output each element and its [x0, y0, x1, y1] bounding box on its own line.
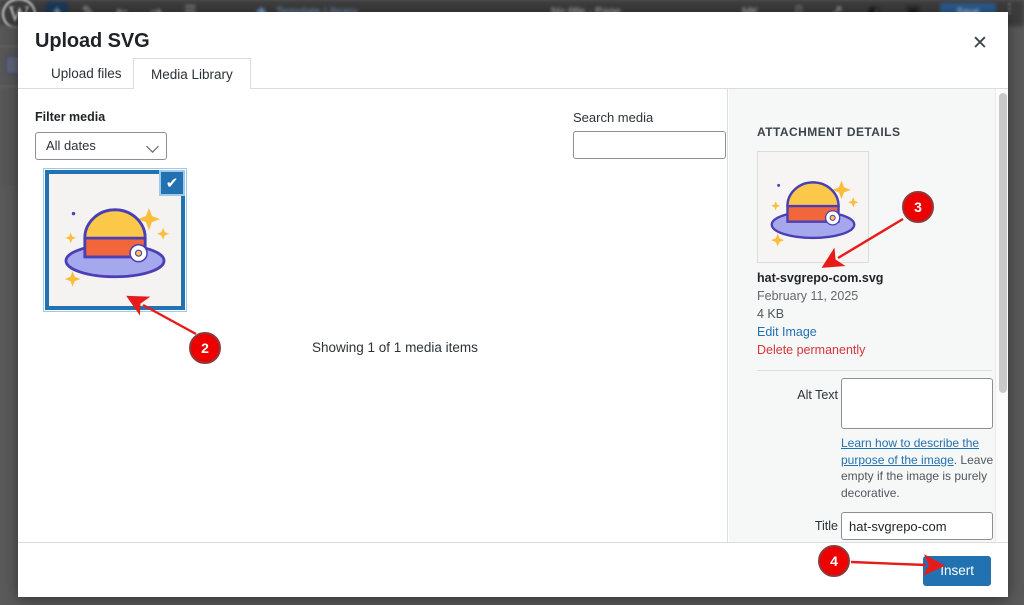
date-filter-select[interactable]: All dates [35, 132, 167, 160]
insert-button[interactable]: Insert [923, 556, 991, 586]
media-library-panel: Filter media All dates Search media ✔ Sh… [18, 89, 728, 542]
modal-footer: Insert [18, 542, 1008, 597]
media-item-checkbox[interactable]: ✔ [159, 170, 185, 196]
attachment-filename: hat-svgrepo-com.svg [757, 271, 884, 285]
hat-svg-detail-icon [758, 152, 868, 262]
scrollbar-thumb[interactable] [998, 93, 1007, 393]
title-field-input[interactable] [841, 512, 993, 540]
alt-text-help: Learn how to describe the purpose of the… [841, 435, 996, 501]
delete-permanently-link[interactable]: Delete permanently [757, 343, 865, 357]
tab-media-library[interactable]: Media Library [133, 58, 251, 90]
media-item-selected[interactable]: ✔ [43, 168, 187, 312]
attachment-panel-scrollbar[interactable] [995, 89, 1008, 542]
annotation-badge-3: 3 [902, 191, 934, 223]
modal-tabs: Upload files Media Library [18, 58, 1008, 90]
attachment-details-heading: ATTACHMENT DETAILS [757, 125, 901, 139]
search-media-label: Search media [573, 110, 654, 125]
modal-title: Upload SVG [35, 30, 150, 52]
showing-count-text: Showing 1 of 1 media items [312, 340, 478, 355]
search-media-input[interactable] [573, 131, 726, 159]
tab-upload-files[interactable]: Upload files [34, 58, 139, 89]
close-icon[interactable]: ✕ [962, 26, 998, 60]
chevron-down-icon [146, 140, 159, 153]
screenshot-root: W + ✎ ← → ☰ ◆ Template Library No title … [0, 0, 1024, 605]
alt-text-input[interactable] [841, 378, 993, 429]
attachment-thumbnail[interactable] [757, 151, 869, 263]
filter-media-label: Filter media [35, 110, 106, 124]
alt-text-label: Alt Text [797, 388, 838, 402]
panel-divider [757, 370, 992, 371]
annotation-badge-4: 4 [818, 545, 850, 577]
attachment-filesize: 4 KB [757, 307, 785, 321]
date-filter-value: All dates [46, 138, 96, 153]
edit-image-link[interactable]: Edit Image [757, 325, 817, 339]
annotation-badge-2: 2 [189, 332, 221, 364]
upload-svg-modal: Upload SVG ✕ Upload files Media Library … [18, 12, 1008, 597]
title-field-label: Title [814, 519, 838, 533]
attachment-date: February 11, 2025 [757, 289, 859, 303]
attachment-details-panel: ATTACHMENT DETAILS hat-svgrepo-com.svg F… [729, 89, 1008, 542]
